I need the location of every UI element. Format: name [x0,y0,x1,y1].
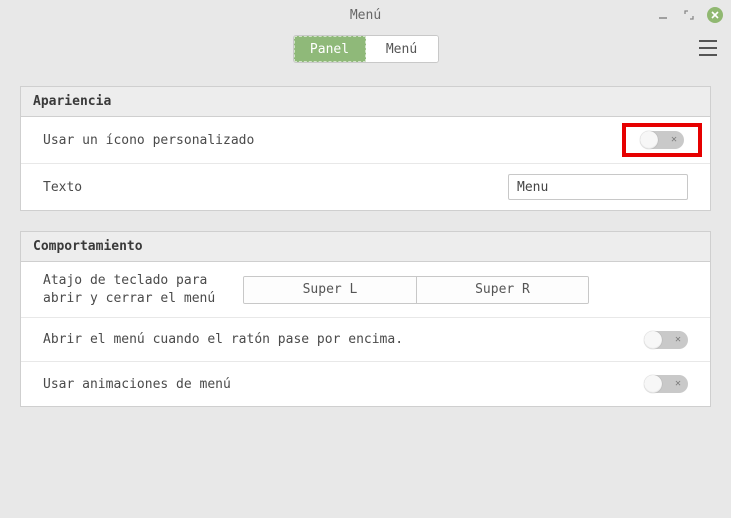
window-title: Menú [350,8,381,23]
animations-toggle[interactable]: ✕ [644,375,688,393]
hover-toggle[interactable]: ✕ [644,331,688,349]
toggle-knob [644,331,662,349]
panel-behavior: Comportamiento Atajo de teclado para abr… [20,231,711,407]
tab-group: Panel Menú [293,35,439,63]
titlebar: Menú [0,0,731,30]
shortcut-group: Super L Super R [243,276,589,304]
panel-appearance-header: Apariencia [21,87,710,117]
maximize-icon [684,10,694,20]
toggle-knob [644,375,662,393]
text-label: Texto [43,180,508,195]
shortcut-a-button[interactable]: Super L [244,277,416,303]
tab-panel[interactable]: Panel [294,36,366,62]
maximize-button[interactable] [681,7,697,23]
shortcut-b-button[interactable]: Super R [416,277,588,303]
panel-appearance: Apariencia Usar un ícono personalizado ✕… [20,86,711,211]
shortcut-label: Atajo de teclado para abrir y cerrar el … [43,272,243,307]
animations-label: Usar animaciones de menú [43,377,644,392]
hamburger-icon [699,40,717,42]
hamburger-menu-button[interactable] [699,40,717,56]
row-text: Texto [21,164,710,210]
row-custom-icon: Usar un ícono personalizado ✕ [21,117,710,164]
text-input[interactable] [508,174,688,200]
hover-label: Abrir el menú cuando el ratón pase por e… [43,332,644,347]
window-controls [655,0,723,30]
custom-icon-toggle[interactable]: ✕ [640,131,684,149]
close-icon [710,10,720,20]
toggle-off-icon: ✕ [675,335,681,345]
highlight-box: ✕ [622,123,702,157]
toggle-off-icon: ✕ [671,135,677,145]
row-shortcut: Atajo de teclado para abrir y cerrar el … [21,262,710,318]
minimize-icon [658,10,668,20]
row-hover: Abrir el menú cuando el ratón pase por e… [21,318,710,362]
panel-behavior-header: Comportamiento [21,232,710,262]
toggle-off-icon: ✕ [675,379,681,389]
row-animations: Usar animaciones de menú ✕ [21,362,710,406]
content-area: Apariencia Usar un ícono personalizado ✕… [0,68,731,407]
minimize-button[interactable] [655,7,671,23]
tab-row: Panel Menú [0,30,731,68]
close-button[interactable] [707,7,723,23]
toggle-knob [640,131,658,149]
tab-menu[interactable]: Menú [366,36,438,62]
custom-icon-label: Usar un ícono personalizado [43,133,636,148]
